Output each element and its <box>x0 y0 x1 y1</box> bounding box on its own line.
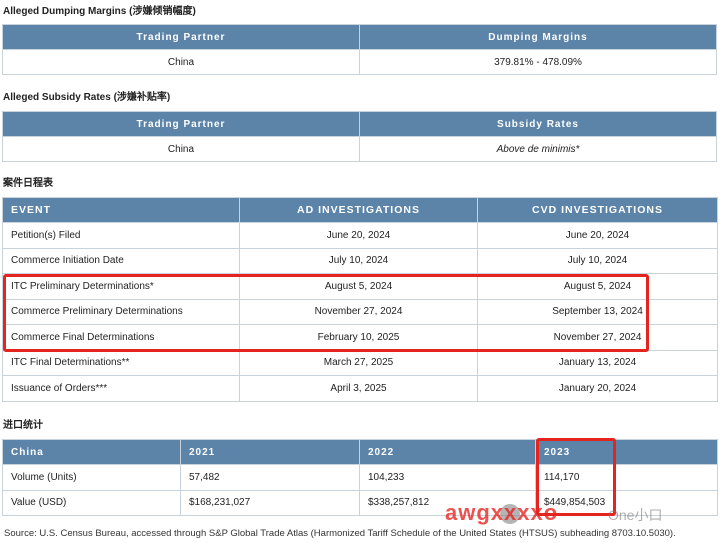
table-header-row: Trading Partner Subsidy Rates <box>2 111 717 137</box>
cvd-date-cell: January 13, 2024 <box>477 349 718 376</box>
column-header: 2021 <box>180 439 360 465</box>
column-header-event: EVENT <box>2 197 240 223</box>
watermark-tag: One小口 <box>608 507 663 523</box>
ad-date-cell: July 10, 2024 <box>239 247 478 274</box>
table-cell: Above de minimis* <box>359 136 717 162</box>
dumping-table: Trading Partner Dumping Margins China 37… <box>2 24 717 75</box>
highlight-box-schedule <box>3 274 649 352</box>
source-note: Source: U.S. Census Bureau, accessed thr… <box>4 528 676 539</box>
table-cell: $168,231,027 <box>180 489 360 516</box>
ad-date-cell: April 3, 2025 <box>239 375 478 402</box>
watermark-text: awgxxxxo <box>445 500 559 525</box>
table-header-row: EVENT AD INVESTIGATIONS CVD INVESTIGATIO… <box>2 197 718 223</box>
column-header: 2022 <box>359 439 536 465</box>
subsidy-table: Trading Partner Subsidy Rates China Abov… <box>2 111 717 162</box>
cvd-date-cell: January 20, 2024 <box>477 375 718 402</box>
column-header: China <box>2 439 181 465</box>
cvd-date-cell: June 20, 2024 <box>477 222 718 249</box>
event-cell: Petition(s) Filed <box>2 222 240 249</box>
schedule-section-title: 案件日程表 <box>3 178 53 189</box>
table-cell: 57,482 <box>180 464 360 491</box>
cvd-date-cell: July 10, 2024 <box>477 247 718 274</box>
table-row: China Above de minimis* <box>2 136 717 162</box>
table-cell: 104,233 <box>359 464 536 491</box>
subsidy-section-title: Alleged Subsidy Rates (涉嫌补贴率) <box>3 92 171 103</box>
table-row: Issuance of Orders*** April 3, 2025 Janu… <box>2 375 718 402</box>
table-cell: Volume (Units) <box>2 464 181 491</box>
table-row: China 379.81% - 478.09% <box>2 49 717 75</box>
ad-date-cell: March 27, 2025 <box>239 349 478 376</box>
table-row: Petition(s) Filed June 20, 2024 June 20,… <box>2 222 718 249</box>
table-row: ITC Final Determinations** March 27, 202… <box>2 349 718 376</box>
column-header: Subsidy Rates <box>359 111 717 137</box>
column-header: Trading Partner <box>2 24 360 50</box>
table-cell: 379.81% - 478.09% <box>359 49 717 75</box>
table-cell: Value (USD) <box>2 489 181 516</box>
dumping-section-title: Alleged Dumping Margins (涉嫌倾销幅度) <box>3 6 196 17</box>
column-header: Trading Partner <box>2 111 360 137</box>
table-cell: China <box>2 49 360 75</box>
event-cell: Commerce Initiation Date <box>2 247 240 274</box>
table-row: Commerce Initiation Date July 10, 2024 J… <box>2 247 718 274</box>
column-header: Dumping Margins <box>359 24 717 50</box>
ad-date-cell: June 20, 2024 <box>239 222 478 249</box>
column-header-cvd: CVD INVESTIGATIONS <box>477 197 718 223</box>
imports-section-title: 进口统计 <box>3 420 43 431</box>
table-cell: China <box>2 136 360 162</box>
event-cell: Issuance of Orders*** <box>2 375 240 402</box>
table-header-row: Trading Partner Dumping Margins <box>2 24 717 50</box>
column-header-ad: AD INVESTIGATIONS <box>239 197 478 223</box>
event-cell: ITC Final Determinations** <box>2 349 240 376</box>
